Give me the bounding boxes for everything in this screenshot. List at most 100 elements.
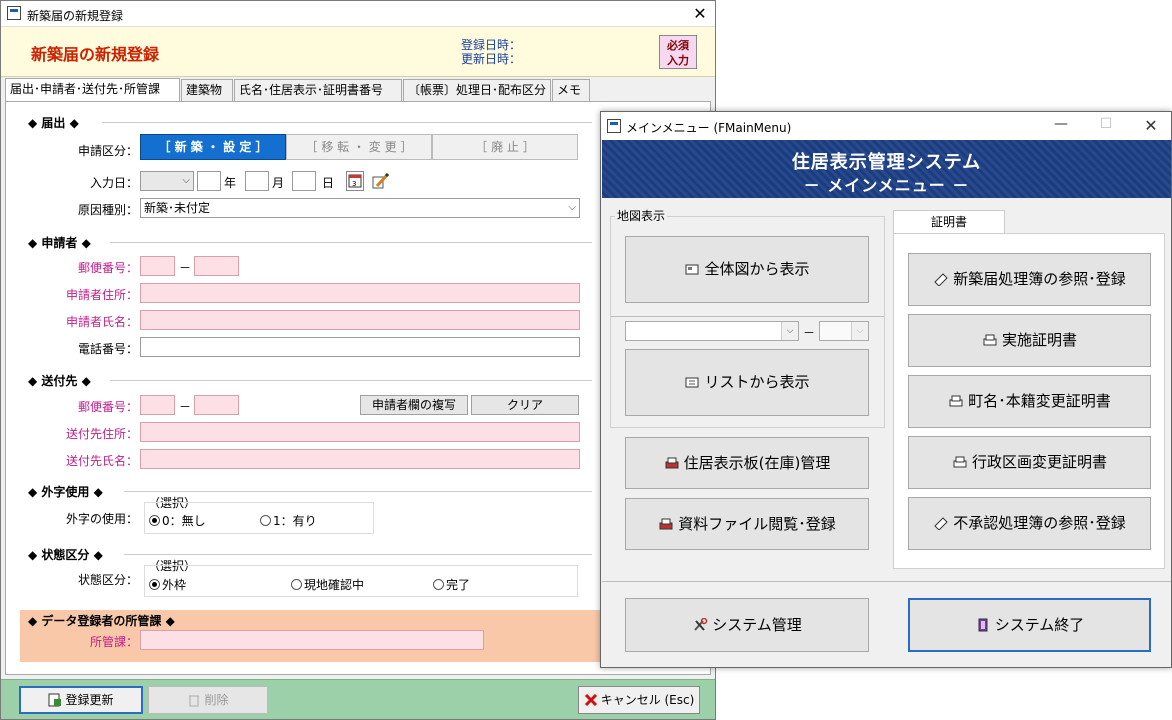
radio-label: 完了 [446, 578, 471, 592]
applicant-address-input[interactable] [140, 283, 580, 303]
copy-applicant-button[interactable]: 申請者欄の複写 [360, 395, 468, 415]
divider [124, 491, 592, 492]
era-select[interactable]: ⌵ [140, 171, 194, 191]
show-full-map-button[interactable]: 全体図から表示 [625, 236, 869, 303]
page-title: 新築届の新規登録 [31, 45, 160, 64]
tab-forms[interactable]: 〔帳票〕処理日･配布区分 [403, 79, 551, 101]
chevron-down-icon: ⌵ [182, 175, 190, 186]
certificate-tab[interactable]: 証明書 [893, 210, 1005, 234]
status-checking-radio[interactable]: 現地確認中 [291, 576, 364, 593]
new-build-register-button[interactable]: 新築届処理簿の参照･登録 [908, 253, 1151, 306]
save-icon [48, 691, 62, 707]
cancel-x-icon [584, 690, 598, 707]
phone-input[interactable] [140, 337, 580, 357]
section-status: ◆ 状態区分 ◆ [28, 548, 103, 562]
system-admin-button[interactable]: システム管理 [625, 598, 869, 652]
maximize-icon[interactable]: ☐ [1094, 116, 1118, 132]
town-name-cert-button[interactable]: 町名･本籍変更証明書 [908, 375, 1151, 428]
required-badge: 必須 入力 [659, 35, 697, 69]
gaiji-yes-radio[interactable]: 1：有り [260, 512, 317, 529]
applicant-postal-1[interactable] [140, 256, 175, 276]
sign-inventory-button[interactable]: 住居表示板(在庫)管理 [625, 437, 869, 489]
divider [102, 122, 592, 123]
cause-type-label: 原因種別： [77, 203, 138, 217]
cause-type-value: 新築･未付定 [144, 201, 211, 215]
show-from-list-button[interactable]: リストから表示 [625, 349, 869, 416]
status-label: 状態区分： [77, 573, 138, 587]
tab-applicant[interactable]: 届出･申請者･送付先･所管課 [5, 78, 180, 102]
tab-name-address[interactable]: 氏名･住居表示･証明書番号 [234, 79, 402, 101]
save-button-label: 登録更新 [65, 693, 114, 707]
department-label: 所管課： [89, 635, 138, 649]
sub-area-select[interactable]: ⌵ [819, 321, 869, 341]
department-input[interactable] [140, 630, 484, 650]
show-full-map-label: 全体図から表示 [704, 260, 810, 278]
phone-label: 電話番号： [77, 342, 138, 356]
pencil-icon [933, 500, 949, 531]
tools-icon [692, 601, 708, 631]
radio-label: 現地確認中 [304, 578, 365, 592]
tab-memo[interactable]: メモ [552, 79, 590, 101]
day-input[interactable] [292, 171, 316, 191]
minimize-icon[interactable]: — [1049, 116, 1073, 132]
map-display-title: 地図表示 [615, 207, 668, 224]
app-icon [607, 119, 621, 133]
date-info: 登録日時： 更新日時： [461, 38, 521, 66]
document-files-button[interactable]: 資料ファイル閲覧･登録 [625, 498, 869, 550]
dest-postal-label: 郵便番号： [77, 400, 138, 414]
form-header: 新築届の新規登録 登録日時： 更新日時： 必須 入力 [1, 27, 715, 77]
chevron-down-icon: ⌵ [781, 322, 798, 340]
divider [110, 242, 592, 243]
cause-type-select[interactable]: 新築･未付定 ⌵ [140, 198, 580, 218]
seg-abolish[interactable]: ［ 廃 止 ］ [432, 134, 578, 160]
dest-name-input[interactable] [140, 449, 580, 469]
implementation-cert-button[interactable]: 実施証明書 [908, 314, 1151, 367]
printer-icon [664, 440, 680, 469]
status-done-radio[interactable]: 完了 [433, 576, 470, 593]
system-exit-button[interactable]: システム終了 [908, 598, 1151, 652]
exit-door-icon [975, 602, 991, 632]
calendar-icon[interactable]: 3 [346, 171, 364, 191]
dest-postal-2[interactable] [194, 395, 239, 415]
required-text-2: 入力 [667, 54, 689, 67]
gaiji-none-radio[interactable]: 0：無し [149, 512, 206, 529]
dest-postal-1[interactable] [140, 395, 175, 415]
clear-button[interactable]: クリア [471, 395, 579, 415]
disapproval-register-button[interactable]: 不承認処理簿の参照･登録 [908, 497, 1151, 550]
menu-subtitle: － メインメニュー － [803, 176, 970, 195]
applicant-postal-2[interactable] [194, 256, 239, 276]
save-button[interactable]: 登録更新 [19, 686, 143, 714]
updated-date-label: 更新日時： [461, 52, 522, 66]
year-input[interactable] [197, 171, 221, 191]
printer-icon [658, 501, 674, 530]
status-outer-radio[interactable]: 外枠 [149, 576, 186, 593]
admin-district-cert-button[interactable]: 行政区画変更証明書 [908, 436, 1151, 489]
system-banner: 住居表示管理システム － メインメニュー － [602, 140, 1171, 198]
clear-date-icon[interactable] [371, 171, 391, 191]
window-title: メインメニュー (FMainMenu) [626, 121, 792, 135]
radio-icon [291, 579, 302, 590]
cancel-button[interactable]: キャンセル (Esc) [578, 686, 700, 714]
applicant-name-label: 申請者氏名： [65, 315, 138, 329]
section-applicant: ◆ 申請者 ◆ [28, 236, 91, 250]
system-admin-label: システム管理 [712, 616, 802, 634]
area-select[interactable]: ⌵ [625, 321, 799, 341]
close-icon[interactable]: ✕ [691, 6, 709, 22]
printer-icon [952, 439, 968, 468]
registration-titlebar: 新築届の新規登録 ✕ [1, 1, 715, 27]
delete-button[interactable]: 削除 [148, 686, 268, 714]
month-input[interactable] [245, 171, 269, 191]
tab-building[interactable]: 建築物 [181, 79, 233, 101]
dest-address-input[interactable] [140, 422, 580, 442]
radio-selected-icon [149, 515, 160, 526]
seg-new[interactable]: ［ 新 築 ・ 設 定 ］ [140, 134, 286, 160]
applicant-name-input[interactable] [140, 310, 580, 330]
divider [611, 316, 884, 317]
seg-move[interactable]: ［ 移 転 ・ 変 更 ］ [286, 134, 432, 160]
radio-label: 外枠 [162, 578, 187, 592]
required-text-1: 必須 [667, 39, 689, 52]
dest-name-label: 送付先氏名： [65, 454, 138, 468]
close-icon[interactable]: ✕ [1139, 116, 1163, 135]
radio-label: 0：無し [162, 514, 206, 528]
app-icon [7, 6, 21, 20]
